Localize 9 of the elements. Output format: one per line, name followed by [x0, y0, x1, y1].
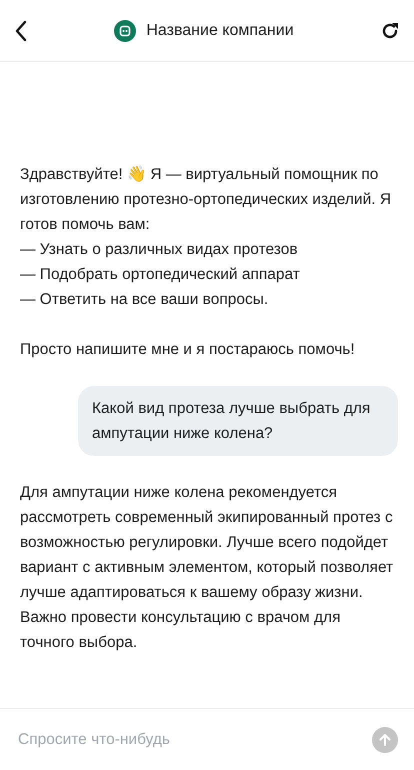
bot-message-text: Для ампутации ниже колена рекомендуется рассмотреть современный экипированный протез с возможностью регулировки. Лучше всего подойдет вариант с активным элементом, который позволяет лучше адаптироваться к вашему образу жизни. Важно провести консультацию с врачом для точного выбора.	[20, 483, 394, 653]
back-icon[interactable]	[14, 20, 28, 42]
message-input[interactable]: Спросите что-нибудь	[18, 726, 362, 752]
bot-message-text: Здравствуйте! 👋 Я — виртуальный помощник по изготовлению протезно-ортопедических изделий. Я готов помочь вам: — Узнать о различных видах протезов — Подобрать ортопедический аппарат — Ответить на все ваши вопросы.	[20, 164, 392, 310]
bot-icon	[114, 20, 136, 42]
bot-message-text: Просто напишите мне и я постараюсь помочь!	[20, 340, 356, 360]
company-title: Название компании	[146, 22, 294, 40]
arrow-up-icon	[378, 732, 392, 746]
user-message-text: Какой вид протеза лучше выбрать для ампутации ниже колена?	[92, 399, 372, 444]
